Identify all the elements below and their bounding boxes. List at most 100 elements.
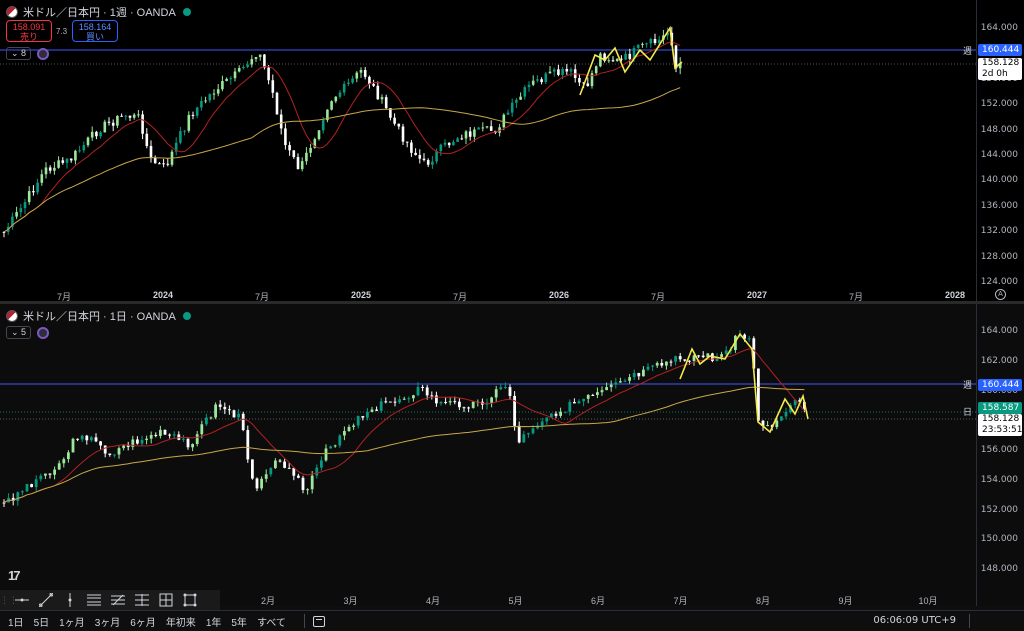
timezone-clock[interactable]: 06:06:09 UTC+9 <box>873 615 956 626</box>
weekly-candlestick-plot[interactable] <box>0 0 976 288</box>
indicator-settings-icon[interactable] <box>37 47 50 60</box>
candle-body <box>674 356 677 362</box>
range-button-4[interactable]: 6ヶ月 <box>130 614 156 629</box>
daily-last-price: 158.128 <box>982 414 1020 424</box>
candle-body <box>120 115 123 117</box>
candle-body <box>510 102 514 113</box>
daily-price-tick: 152.000 <box>980 504 1018 515</box>
vertical-line-icon[interactable] <box>58 590 82 610</box>
candle-body <box>254 56 258 60</box>
weekly-hline-price-label[interactable]: 160.444 <box>978 44 1022 56</box>
candle-body <box>80 435 84 440</box>
fib-retracement-icon[interactable] <box>82 590 106 610</box>
range-button-2[interactable]: 1ヶ月 <box>59 614 85 629</box>
candle-body <box>494 389 498 398</box>
weekly-time-tick: 2027 <box>746 290 768 300</box>
candle-body <box>619 381 622 383</box>
frame-icon[interactable] <box>178 590 202 610</box>
trend-line-icon[interactable] <box>34 590 58 610</box>
gann-icon[interactable] <box>130 590 154 610</box>
candle-body <box>401 126 405 142</box>
toolbar-grip-icon[interactable]: ⋮⋮ <box>0 595 18 606</box>
candle-body <box>53 469 56 475</box>
range-button-0[interactable]: 1日 <box>8 614 24 629</box>
daily-indicator-toggle[interactable]: ⌄ 5 <box>6 326 32 339</box>
candle-body <box>683 359 687 361</box>
candle-body <box>561 68 564 75</box>
range-button-5[interactable]: 年初来 <box>166 614 196 629</box>
candle-body <box>448 401 452 403</box>
candle-body <box>489 126 493 131</box>
range-button-1[interactable]: 5日 <box>34 614 50 629</box>
weekly-price-tick: 152.000 <box>980 99 1018 110</box>
candle-body <box>251 459 254 479</box>
candle-body <box>688 360 691 362</box>
horizontal-line-icon[interactable] <box>10 590 34 610</box>
candle-body <box>153 157 157 164</box>
range-button-8[interactable]: すべて <box>257 614 286 629</box>
candle-body <box>636 44 640 49</box>
buy-button[interactable]: 158.164 買い <box>72 20 118 42</box>
candle-body <box>632 373 636 378</box>
candle-body <box>563 411 567 413</box>
sell-button[interactable]: 158.091 売り <box>6 20 52 42</box>
candle-body <box>628 53 632 59</box>
daily-chart-pane[interactable]: 164.000162.000160.000158.000156.000154.0… <box>0 304 1024 606</box>
weekly-symbol-title[interactable]: 米ドル／日本円 · 1週 · OANDA <box>23 4 176 20</box>
tradingview-logo[interactable]: 17 <box>8 568 21 583</box>
candle-body <box>481 127 485 129</box>
daily-price-tick: 154.000 <box>980 474 1018 485</box>
daily-hline-price-label[interactable]: 160.444 <box>978 379 1022 391</box>
candle-body <box>784 412 788 417</box>
sell-label: 売り <box>19 32 38 42</box>
candle-body <box>269 468 273 475</box>
candle-body <box>246 430 250 460</box>
candle-body <box>149 146 153 158</box>
candle-body <box>519 96 522 100</box>
range-button-7[interactable]: 5年 <box>231 614 247 629</box>
weekly-time-axis[interactable]: 7月 2024 7月 2025 7月 2026 7月 2027 7月 2028 <box>0 288 976 302</box>
weekly-chart-pane[interactable]: 164.000160.000156.000152.000148.000144.0… <box>0 0 1024 302</box>
candle-body <box>628 377 631 381</box>
candle-body <box>678 356 682 360</box>
range-button-3[interactable]: 3ヶ月 <box>95 614 121 629</box>
candle-body <box>347 82 350 84</box>
candle-body <box>591 394 595 396</box>
weekly-legend: 米ドル／日本円 · 1週 · OANDA <box>6 4 191 20</box>
candle-body <box>607 60 611 62</box>
candle-body <box>128 115 132 118</box>
daily-symbol-title[interactable]: 米ドル／日本円 · 1日 · OANDA <box>23 308 176 324</box>
candle-body <box>536 79 539 81</box>
candle-body <box>642 369 645 377</box>
daily-price-axis[interactable]: 164.000162.000160.000158.000156.000154.0… <box>976 304 1024 606</box>
auto-scale-icon[interactable]: A <box>995 289 1006 300</box>
candle-body <box>25 484 29 492</box>
candle-body <box>775 420 779 428</box>
daily-candlestick-plot[interactable] <box>0 304 976 590</box>
candle-body <box>421 386 424 388</box>
zigzag-indicator <box>679 332 809 434</box>
daily-price-tick: 148.000 <box>980 564 1018 574</box>
candle-body <box>283 461 286 468</box>
weekly-indicator-toggle[interactable]: ⌄ 8 <box>6 47 32 60</box>
rectangle-tool-icon[interactable] <box>154 590 178 610</box>
candle-body <box>86 137 90 146</box>
weekly-price-tick: 132.000 <box>980 226 1018 237</box>
market-open-status-icon <box>182 8 191 16</box>
candle-body <box>255 478 259 489</box>
candle-body <box>343 431 346 436</box>
candle-body <box>177 434 181 440</box>
candle-body <box>609 384 613 388</box>
pitchfork-icon[interactable] <box>106 590 130 610</box>
candle-body <box>15 212 18 217</box>
range-button-6[interactable]: 1年 <box>206 614 222 629</box>
indicator-settings-icon[interactable] <box>37 326 50 339</box>
candle-body <box>284 128 287 146</box>
candle-body <box>447 142 451 146</box>
daily-time-tick: 6月 <box>590 596 606 606</box>
candle-body <box>522 434 526 443</box>
candle-body <box>168 434 171 436</box>
go-to-date-calendar-icon[interactable] <box>312 615 325 627</box>
candle-body <box>32 191 35 193</box>
candle-body <box>594 66 598 74</box>
